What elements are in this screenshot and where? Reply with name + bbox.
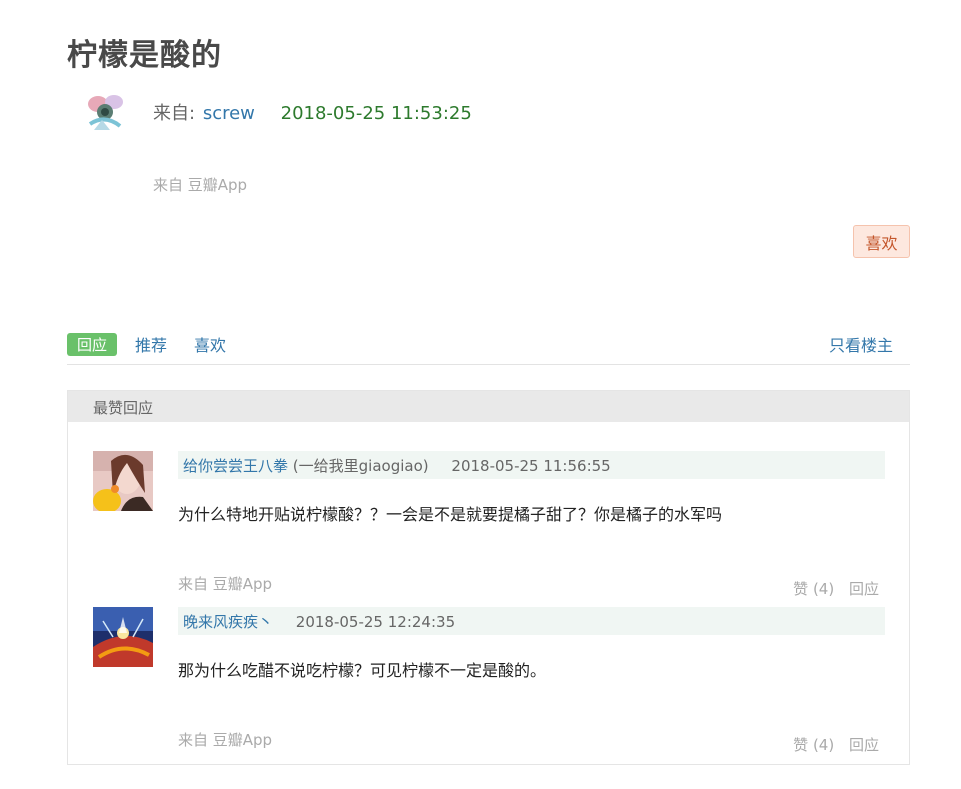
reply-tabs: 回应 推荐 喜欢 只看楼主 bbox=[67, 332, 910, 365]
like-count-link[interactable]: 赞 (4) bbox=[793, 736, 834, 754]
commenter-signature: (一给我里giaogiao) bbox=[292, 457, 429, 475]
op-only-link[interactable]: 只看楼主 bbox=[829, 332, 893, 356]
like-button[interactable]: 喜欢 bbox=[853, 225, 910, 258]
tab-reply[interactable]: 回应 bbox=[67, 333, 118, 356]
post-meta: 来自: screw 2018-05-25 11:53:25 bbox=[153, 99, 472, 125]
commenter-name[interactable]: 给你尝尝王八拳 bbox=[183, 457, 288, 475]
author-link[interactable]: screw bbox=[203, 103, 255, 124]
comment-text: 为什么特地开贴说柠檬酸？？一会是不是就要提橘子甜了？你是橘子的水军吗 bbox=[178, 505, 723, 524]
post-title: 柠檬是酸的 bbox=[67, 38, 222, 73]
from-label: 来自: bbox=[153, 103, 196, 124]
comment-actions: 赞 (4) 回应 bbox=[783, 578, 879, 599]
comment-source: 来自 豆瓣App bbox=[178, 575, 273, 593]
comment-header: 晚来风疾疾丶 2018-05-25 12:24:35 bbox=[178, 607, 885, 635]
best-replies-section: 最赞回应 给你尝尝王八拳 (一给我里giaogiao) 2018-05-25 1… bbox=[67, 390, 910, 765]
commenter-avatar[interactable] bbox=[93, 607, 153, 667]
like-count-link[interactable]: 赞 (4) bbox=[793, 580, 834, 598]
best-replies-header: 最赞回应 bbox=[68, 391, 909, 422]
reply-link[interactable]: 回应 bbox=[849, 580, 879, 598]
post-time: 2018-05-25 11:53:25 bbox=[280, 103, 472, 124]
reply-link[interactable]: 回应 bbox=[849, 736, 879, 754]
comment-time: 2018-05-25 12:24:35 bbox=[295, 613, 456, 631]
comment-header: 给你尝尝王八拳 (一给我里giaogiao) 2018-05-25 11:56:… bbox=[178, 451, 885, 479]
comment-text: 那为什么吃醋不说吃柠檬？可见柠檬不一定是酸的。 bbox=[178, 661, 547, 680]
author-avatar[interactable] bbox=[80, 86, 130, 136]
commenter-name[interactable]: 晚来风疾疾丶 bbox=[183, 613, 273, 631]
tab-like[interactable]: 喜欢 bbox=[194, 332, 226, 356]
post-source: 来自 豆瓣App bbox=[153, 176, 248, 194]
comment-actions: 赞 (4) 回应 bbox=[783, 734, 879, 755]
comment-source: 来自 豆瓣App bbox=[178, 731, 273, 749]
commenter-avatar[interactable] bbox=[93, 451, 153, 511]
comment-time: 2018-05-25 11:56:55 bbox=[451, 457, 611, 475]
tab-recommend[interactable]: 推荐 bbox=[135, 332, 167, 356]
